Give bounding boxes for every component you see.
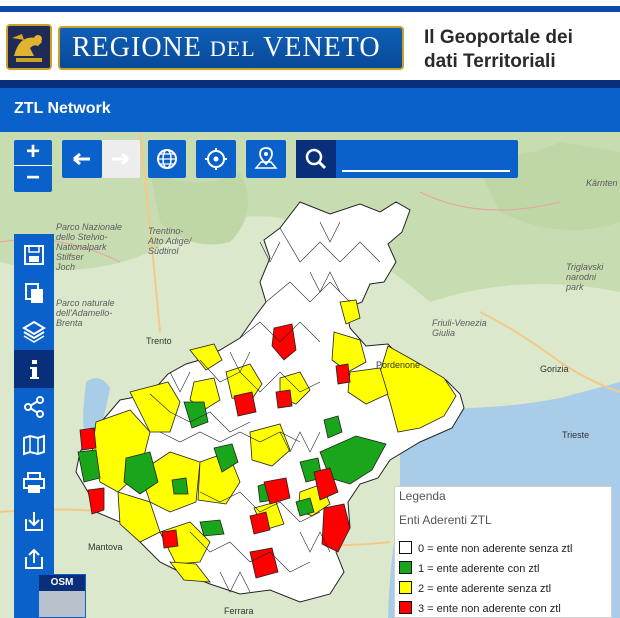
regione-veneto-banner[interactable]: REGIONE DEL VENETO — [58, 26, 404, 70]
basemap-switcher[interactable]: OSM — [38, 574, 86, 618]
copy-icon — [25, 283, 43, 303]
download-button[interactable] — [14, 502, 54, 540]
forward-arrow-icon — [112, 152, 129, 166]
banner-text-end: VENETO — [255, 32, 381, 63]
legend-item-label: 2 = ente aderente senza ztl — [418, 583, 552, 595]
download-icon — [25, 512, 43, 531]
locate-button[interactable] — [196, 140, 236, 178]
globe-button[interactable] — [148, 140, 186, 178]
legend-item: 3 = ente non aderente con ztl — [399, 601, 561, 615]
app-title-bar: ZTL Network — [0, 88, 620, 132]
map-label-adamello: Parco naturale dell'Adamello- Brenta — [56, 298, 115, 328]
map-catalog-icon — [23, 434, 45, 456]
site-header: REGIONE DEL VENETO Il Geoportale dei dat… — [0, 0, 620, 88]
map-label-mantova: Mantova — [88, 542, 123, 552]
map-pin-button[interactable] — [246, 140, 286, 178]
info-icon — [30, 360, 39, 379]
layers-button[interactable] — [14, 312, 54, 350]
map-legend: Legenda Enti Aderenti ZTL 0 = ente non a… — [394, 486, 612, 618]
search-icon — [305, 148, 327, 170]
copy-button[interactable] — [14, 274, 54, 312]
legend-subtitle: Enti Aderenti ZTL — [399, 513, 492, 527]
header-bottom-stripe — [0, 80, 620, 88]
print-button[interactable] — [14, 464, 54, 502]
geoportal-title: Il Geoportale dei dati Territoriali — [424, 26, 614, 74]
legend-swatch — [399, 581, 412, 594]
layers-icon — [22, 320, 46, 343]
export-icon — [25, 548, 43, 569]
share-icon — [24, 396, 44, 418]
save-icon — [24, 245, 44, 265]
legend-swatch — [399, 541, 412, 554]
geoportal-title-line2: dati Territoriali — [424, 51, 556, 72]
geoportal-title-line1: Il Geoportale dei — [424, 27, 573, 48]
map-catalog-button[interactable] — [14, 426, 54, 464]
export-button[interactable] — [14, 540, 54, 578]
zoom-in-button[interactable]: + — [14, 140, 52, 166]
zoom-control: + − — [14, 140, 52, 192]
save-button[interactable] — [14, 236, 54, 274]
back-button[interactable] — [62, 140, 102, 178]
banner-text-small: DEL — [209, 36, 256, 61]
back-arrow-icon — [73, 152, 90, 166]
map-label-trieste: Trieste — [562, 430, 590, 440]
map-label-triglav: Triglavski narodni park — [566, 262, 604, 292]
left-toolbar — [14, 234, 54, 618]
map-label-friuli: Friuli-Venezia Giulia — [432, 318, 487, 338]
search-box — [296, 140, 518, 178]
header-top-stripe — [0, 6, 620, 12]
legend-swatch — [399, 601, 412, 614]
globe-icon — [157, 149, 177, 169]
map-label-ferrara: Ferrara — [224, 606, 254, 616]
legend-item: 1 = ente aderente con ztl — [399, 561, 539, 575]
map-label-trentino: Trentino- Alto Adige/Südtirol — [148, 226, 192, 256]
map-label-trento: Trento — [146, 336, 172, 346]
basemap-label: OSM — [39, 575, 85, 591]
search-button[interactable] — [296, 140, 336, 178]
map-label-pordenone: Pordenone — [376, 360, 421, 370]
banner-text-main: REGIONE — [72, 32, 210, 63]
search-input[interactable] — [342, 148, 510, 172]
print-icon — [23, 472, 45, 493]
locate-icon — [205, 148, 227, 170]
legend-item-label: 1 = ente aderente con ztl — [418, 563, 540, 575]
map-label-stelvio: Parco Nazionale dello Stelvio- Nationalpar… — [56, 222, 123, 272]
zoom-out-button[interactable]: − — [14, 166, 52, 192]
legend-item-label: 0 = ente non aderente senza ztl — [418, 543, 573, 555]
legend-item: 2 = ente aderente senza ztl — [399, 581, 551, 595]
share-button[interactable] — [14, 388, 54, 426]
map-label-gorizia: Gorizia — [540, 364, 569, 374]
legend-item-label: 3 = ente non aderente con ztl — [418, 603, 561, 615]
map-pin-icon — [254, 147, 278, 169]
forward-button[interactable] — [102, 140, 140, 178]
app-title: ZTL Network — [14, 100, 111, 117]
legend-item: 0 = ente non aderente senza ztl — [399, 541, 572, 555]
legend-title: Legenda — [399, 489, 446, 503]
info-button[interactable] — [14, 350, 54, 388]
lion-of-saint-mark-logo[interactable] — [6, 24, 52, 70]
legend-swatch — [399, 561, 412, 574]
map-label-karnten: Kärnten — [586, 178, 618, 188]
